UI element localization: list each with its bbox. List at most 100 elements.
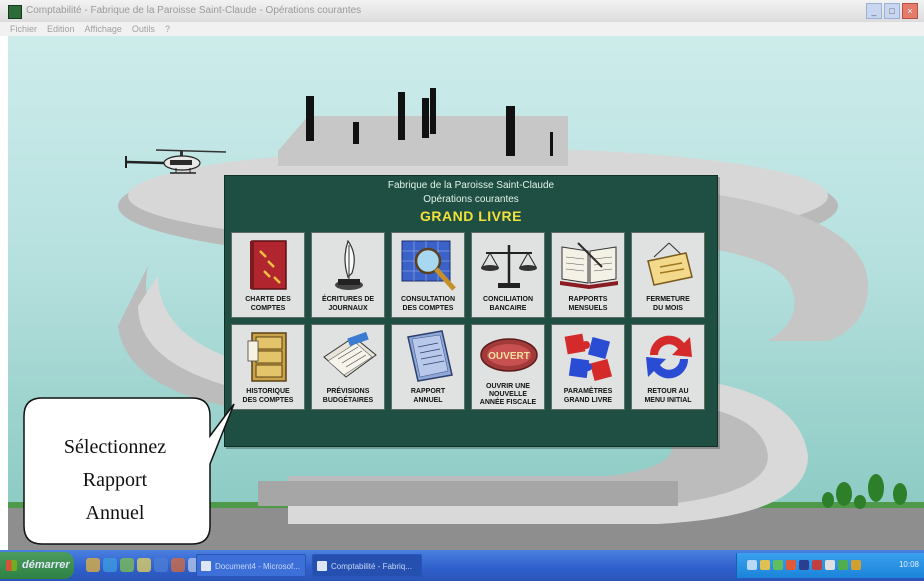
tile-conciliation-bancaire[interactable]: CONCILIATION BANCAIRE — [471, 232, 545, 318]
menu-outils[interactable]: Outils — [132, 22, 155, 36]
tile-label: OUVRIR UNE — [486, 383, 530, 390]
tray-icon[interactable] — [799, 560, 809, 570]
task-button-document[interactable]: Document4 - Microsof... — [196, 554, 306, 577]
main-menu-panel: Fabrique de la Paroisse Saint-Claude Opé… — [224, 175, 718, 447]
tray-icon[interactable] — [825, 560, 835, 570]
quick-launch — [86, 558, 202, 572]
tray-icon[interactable] — [786, 560, 796, 570]
helicopter-icon — [125, 149, 227, 174]
tray-icon[interactable] — [812, 560, 822, 570]
clock: 10:08 — [898, 560, 919, 569]
tile-label: CONSULTATION — [400, 296, 456, 303]
tile-label: DU MOIS — [653, 305, 683, 312]
tray-icon[interactable] — [851, 560, 861, 570]
tile-label: CONCILIATION — [482, 296, 534, 303]
open-sign-text: OUVERT — [488, 351, 530, 362]
window-titlebar: Comptabilité - Fabrique de la Paroisse S… — [0, 0, 924, 22]
windows-logo-icon — [6, 560, 17, 571]
quick-launch-icon[interactable] — [120, 558, 134, 572]
tile-label: GRAND LIVRE — [563, 397, 613, 404]
tile-label: MENSUELS — [568, 305, 608, 312]
tile-rapport-annuel[interactable]: RAPPORT ANNUEL — [391, 324, 465, 410]
menu-fichier[interactable]: Fichier — [10, 22, 37, 36]
organization-name: Fabrique de la Paroisse Saint-Claude — [387, 180, 555, 191]
maximize-button[interactable]: □ — [884, 3, 900, 19]
start-button[interactable]: démarrer — [0, 552, 74, 579]
balance-scale-icon — [481, 245, 537, 288]
tray-icon[interactable] — [760, 560, 770, 570]
tray-icon[interactable] — [838, 560, 848, 570]
tile-label: DES COMPTES — [402, 305, 454, 312]
tile-label: COMPTES — [250, 305, 286, 312]
word-document-icon — [201, 561, 211, 571]
quill-pen-icon — [335, 239, 363, 290]
taskbar: démarrer Document4 - Microsof... Comptab… — [0, 550, 924, 581]
tile-label: BUDGÉTAIRES — [322, 397, 374, 404]
closed-sign-icon — [647, 242, 693, 286]
tile-label: BANCAIRE — [489, 305, 527, 312]
file-cabinet-icon — [247, 332, 287, 382]
open-book-icon — [560, 242, 618, 289]
window-controls: _ □ × — [866, 3, 918, 19]
tile-label: RAPPORTS — [568, 296, 608, 303]
tile-label: JOURNAUX — [328, 305, 368, 312]
callout-line: Sélectionnez — [63, 436, 167, 458]
quick-launch-icon[interactable] — [137, 558, 151, 572]
return-arrows-icon — [646, 335, 692, 379]
menu-help[interactable]: ? — [165, 22, 170, 36]
tray-icon[interactable] — [773, 560, 783, 570]
quick-launch-icon[interactable] — [103, 558, 117, 572]
app-task-icon — [317, 561, 327, 571]
minimize-button[interactable]: _ — [866, 3, 882, 19]
instruction-callout: Sélectionnez Rapport Annuel — [22, 396, 238, 546]
callout-line: Rapport — [82, 469, 148, 491]
tile-ecritures-de-journaux[interactable]: ÉCRITURES DE JOURNAUX — [311, 232, 385, 318]
panel-heading: GRAND LIVRE — [420, 208, 522, 224]
ledger-book-icon — [250, 240, 287, 290]
open-sign-icon: OUVERT — [480, 338, 538, 372]
budget-papers-icon — [323, 331, 377, 378]
quick-launch-icon[interactable] — [171, 558, 185, 572]
tile-ouvrir-nouvelle-annee-fiscale[interactable]: OUVERT OUVRIR UNE NOUVELLE ANNÉE FISCALE — [471, 324, 545, 410]
tile-label: ANNÉE FISCALE — [479, 399, 537, 406]
tile-previsions-budgetaires[interactable]: PRÉVISIONS BUDGÉTAIRES — [311, 324, 385, 410]
tile-label: DES COMPTES — [242, 397, 294, 404]
system-tray: 10:08 — [736, 553, 924, 578]
menu-edition[interactable]: Edition — [47, 22, 75, 36]
tile-label: MENU INITIAL — [644, 397, 692, 404]
annual-report-icon — [407, 330, 453, 382]
window-title: Comptabilité - Fabrique de la Paroisse S… — [26, 5, 362, 16]
tile-label: PARAMÈTRES — [563, 388, 613, 395]
menu-bar: Fichier Edition Affichage Outils ? — [0, 22, 924, 36]
app-icon — [8, 5, 22, 19]
callout-line: Annuel — [85, 502, 145, 524]
tile-fermeture-du-mois[interactable]: FERMETURE DU MOIS — [631, 232, 705, 318]
tile-label: RETOUR AU — [647, 388, 689, 395]
tile-parametres-grand-livre[interactable]: PARAMÈTRES GRAND LIVRE — [551, 324, 625, 410]
menu-affichage[interactable]: Affichage — [85, 22, 122, 36]
tile-label: NOUVELLE — [488, 391, 528, 398]
tile-label: ANNUEL — [413, 397, 443, 404]
tile-retour-au-menu-initial[interactable]: RETOUR AU MENU INITIAL — [631, 324, 705, 410]
tile-label: FERMETURE — [646, 296, 690, 303]
tray-icon[interactable] — [747, 560, 757, 570]
tile-label: CHARTE DES — [245, 296, 291, 303]
tile-rapports-mensuels[interactable]: RAPPORTS MENSUELS — [551, 232, 625, 318]
magnifier-icon — [401, 240, 456, 291]
tile-historique-des-comptes[interactable]: HISTORIQUE DES COMPTES — [231, 324, 305, 410]
tile-consultation-des-comptes[interactable]: CONSULTATION DES COMPTES — [391, 232, 465, 318]
tile-label: HISTORIQUE — [246, 388, 290, 395]
close-button[interactable]: × — [902, 3, 918, 19]
tile-label: RAPPORT — [410, 388, 446, 395]
puzzle-icon — [564, 333, 613, 382]
start-label: démarrer — [22, 559, 70, 571]
task-label: Comptabilité - Fabriq... — [331, 562, 412, 571]
quick-launch-icon[interactable] — [154, 558, 168, 572]
quick-launch-icon[interactable] — [86, 558, 100, 572]
tile-label: PRÉVISIONS — [326, 388, 370, 395]
task-button-comptabilite[interactable]: Comptabilité - Fabriq... — [312, 554, 422, 577]
panel-subtitle: Opérations courantes — [423, 194, 519, 205]
tile-label: ÉCRITURES DE — [321, 296, 375, 303]
tile-charte-des-comptes[interactable]: CHARTE DES COMPTES — [231, 232, 305, 318]
task-label: Document4 - Microsof... — [215, 562, 300, 571]
